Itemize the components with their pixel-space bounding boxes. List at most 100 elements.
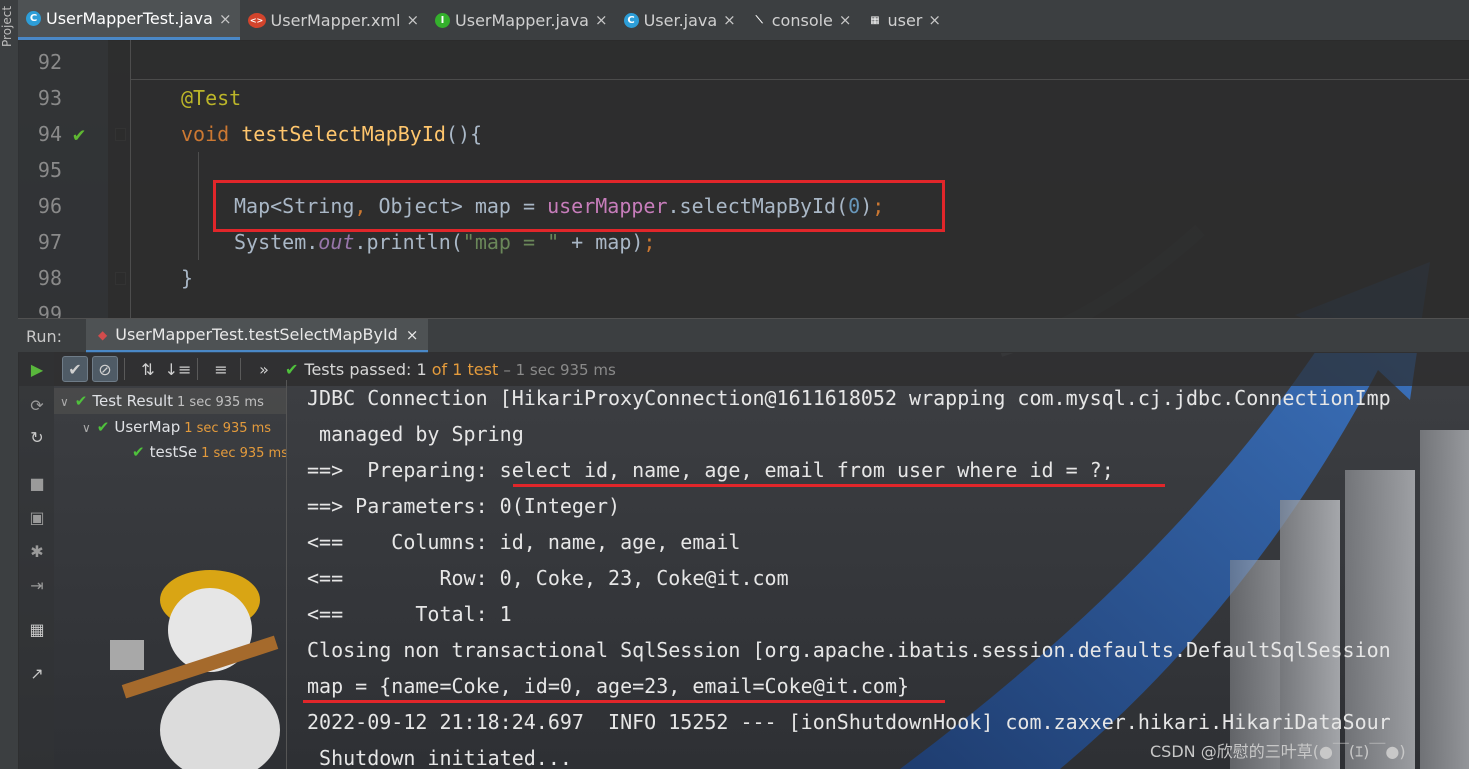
console-line: managed by Spring xyxy=(307,422,524,446)
test-run-icon: ◆ xyxy=(98,327,108,342)
console-output[interactable]: JDBC Connection [HikariProxyConnection@1… xyxy=(286,380,1469,769)
camera-icon[interactable]: ▣ xyxy=(26,508,48,527)
code-text-area[interactable] xyxy=(108,40,1469,318)
tree-node-label: Test Result xyxy=(92,392,174,410)
indent-guide xyxy=(130,40,131,318)
close-icon[interactable]: × xyxy=(595,11,608,29)
tab-user-java[interactable]: C User.java × xyxy=(616,0,744,40)
tree-node-label: testSe xyxy=(149,443,198,461)
close-icon[interactable]: × xyxy=(839,11,852,29)
run-side-toolbar: ▶ ⟳ ↻ ■ ▣ ✱ ⇥ ▦ ↗ xyxy=(18,352,54,769)
check-icon: ✔ xyxy=(285,359,299,379)
interface-icon: I xyxy=(435,12,451,28)
method-separator xyxy=(131,79,1469,80)
console-line: <== Columns: id, name, age, email xyxy=(307,530,741,554)
line-number: 93 xyxy=(37,86,62,110)
xml-icon: <> xyxy=(247,12,266,28)
sort-alphabetically-button[interactable]: ⇅ xyxy=(135,356,161,382)
code-token: } xyxy=(181,266,194,290)
rerun-icon[interactable]: ▶ xyxy=(26,360,48,379)
toggle-auto-test-icon[interactable]: ↻ xyxy=(26,428,48,447)
tab-label: User.java xyxy=(643,10,718,30)
line-number: 97 xyxy=(37,230,62,254)
rerun-failed-icon[interactable]: ⟳ xyxy=(26,396,48,415)
import-tests-icon[interactable]: ⇥ xyxy=(26,576,48,595)
line-number: 98 xyxy=(37,266,62,290)
console-icon: ⟍ xyxy=(755,14,763,26)
code-token: .println( xyxy=(354,230,463,254)
tab-console[interactable]: ⟍ console × xyxy=(744,0,860,40)
stop-icon[interactable]: ■ xyxy=(26,474,48,493)
tab-usermapper-java[interactable]: I UserMapper.java × xyxy=(427,0,616,40)
run-test-gutter-icon[interactable]: ✔︎ xyxy=(73,122,85,146)
close-icon[interactable]: × xyxy=(219,10,232,28)
debug-icon[interactable]: ✱ xyxy=(26,542,48,561)
tab-label: UserMapperTest.java xyxy=(46,9,213,28)
console-line: JDBC Connection [HikariProxyConnection@1… xyxy=(307,386,1391,410)
close-icon[interactable]: × xyxy=(928,11,941,29)
class-icon: C xyxy=(26,11,41,26)
tab-user-table[interactable]: ▦ user × xyxy=(859,0,948,40)
close-icon[interactable]: × xyxy=(723,11,736,29)
tab-usermappertest-java[interactable]: C UserMapperTest.java × xyxy=(18,0,240,40)
sort-by-duration-button[interactable]: ↓≡ xyxy=(165,356,192,382)
code-token: "map = " xyxy=(462,230,560,254)
indent-guide xyxy=(198,152,199,260)
tab-label: user xyxy=(887,10,923,30)
tab-label: UserMapper.xml xyxy=(270,10,401,30)
pin-icon[interactable]: ↗ xyxy=(26,664,48,683)
code-editor[interactable]: 92 93 94 95 96 97 98 99 ✔︎ @Test void te… xyxy=(18,40,1469,326)
check-icon: ✔ xyxy=(132,443,145,461)
layout-icon[interactable]: ▦ xyxy=(26,620,48,639)
sort-alpha-icon: ⇅ xyxy=(141,359,155,379)
tab-label: UserMapper.java xyxy=(455,10,589,30)
check-icon: ✔ xyxy=(74,392,88,410)
expand-icon: ≡ xyxy=(214,359,228,379)
project-tool-strip[interactable]: Project xyxy=(0,0,19,769)
show-passed-toggle[interactable]: ✔ xyxy=(62,356,88,382)
keyword-void: void xyxy=(181,122,230,146)
console-line: ==> Preparing: select id, name, age, ema… xyxy=(307,458,1114,482)
watermark: CSDN @欣慰的三叶草(●￣(ｴ)￣●) xyxy=(1150,742,1406,761)
method-name: testSelectMapById xyxy=(241,122,446,146)
project-tool-label[interactable]: Project xyxy=(0,6,18,76)
code-line-98: } xyxy=(181,260,193,296)
tab-usermapper-xml[interactable]: <> UserMapper.xml × xyxy=(240,0,428,40)
table-icon: ▦ xyxy=(870,14,880,26)
tab-label: console xyxy=(771,10,833,30)
status-of: of 1 test xyxy=(431,359,499,379)
close-icon[interactable]: × xyxy=(406,326,419,344)
run-tab-label: UserMapperTest.testSelectMapById xyxy=(115,325,398,344)
code-token: out xyxy=(318,230,355,254)
status-prefix: Tests passed: xyxy=(304,359,412,379)
check-icon: ✔ xyxy=(68,359,82,379)
run-tab[interactable]: ◆ UserMapperTest.testSelectMapById × xyxy=(86,319,429,353)
toolbar-separator xyxy=(124,358,125,380)
line-number: 95 xyxy=(37,158,62,182)
test-results-tree[interactable]: ∨ ✔ Test Result 1 sec 935 ms ∨ ✔ UserMap 1 sec… xyxy=(54,386,286,769)
chevron-down-icon[interactable]: ∨ xyxy=(60,395,69,409)
chevron-down-icon[interactable]: ∨ xyxy=(82,421,91,435)
tree-node-time: 1 sec 935 ms xyxy=(177,395,264,410)
code-token: System. xyxy=(234,230,319,254)
show-ignored-toggle[interactable]: ⊘ xyxy=(92,356,118,382)
tree-node-usermapper[interactable]: ∨ ✔ UserMap 1 sec 935 ms xyxy=(82,414,286,440)
test-status-summary: ✔ Tests passed: 1 of 1 test – 1 sec 935 m… xyxy=(285,360,616,379)
run-label: Run: xyxy=(26,326,63,346)
console-line: <== Total: 1 xyxy=(307,602,512,626)
close-icon[interactable]: × xyxy=(406,11,419,29)
tree-node-time: 1 sec 935 ms xyxy=(184,421,272,436)
line-number: 92 xyxy=(37,50,62,74)
chevron-double-right-icon: » xyxy=(259,359,269,379)
result-underline xyxy=(303,700,945,703)
tree-node-testselect[interactable]: ✔ testSe 1 sec 935 ms xyxy=(132,439,286,465)
code-line-94: void testSelectMapById(){ xyxy=(181,116,482,152)
more-actions-button[interactable]: » xyxy=(251,356,277,382)
tree-node-time: 1 sec 935 ms xyxy=(201,446,286,461)
status-time: – 1 sec 935 ms xyxy=(503,360,616,379)
line-number: 94 xyxy=(37,122,62,146)
console-line: ==> Parameters: 0(Integer) xyxy=(307,494,621,518)
tree-node-test-result[interactable]: ∨ ✔ Test Result 1 sec 935 ms xyxy=(54,388,286,414)
expand-all-button[interactable]: ≡ xyxy=(208,356,234,382)
class-icon: C xyxy=(623,12,639,28)
